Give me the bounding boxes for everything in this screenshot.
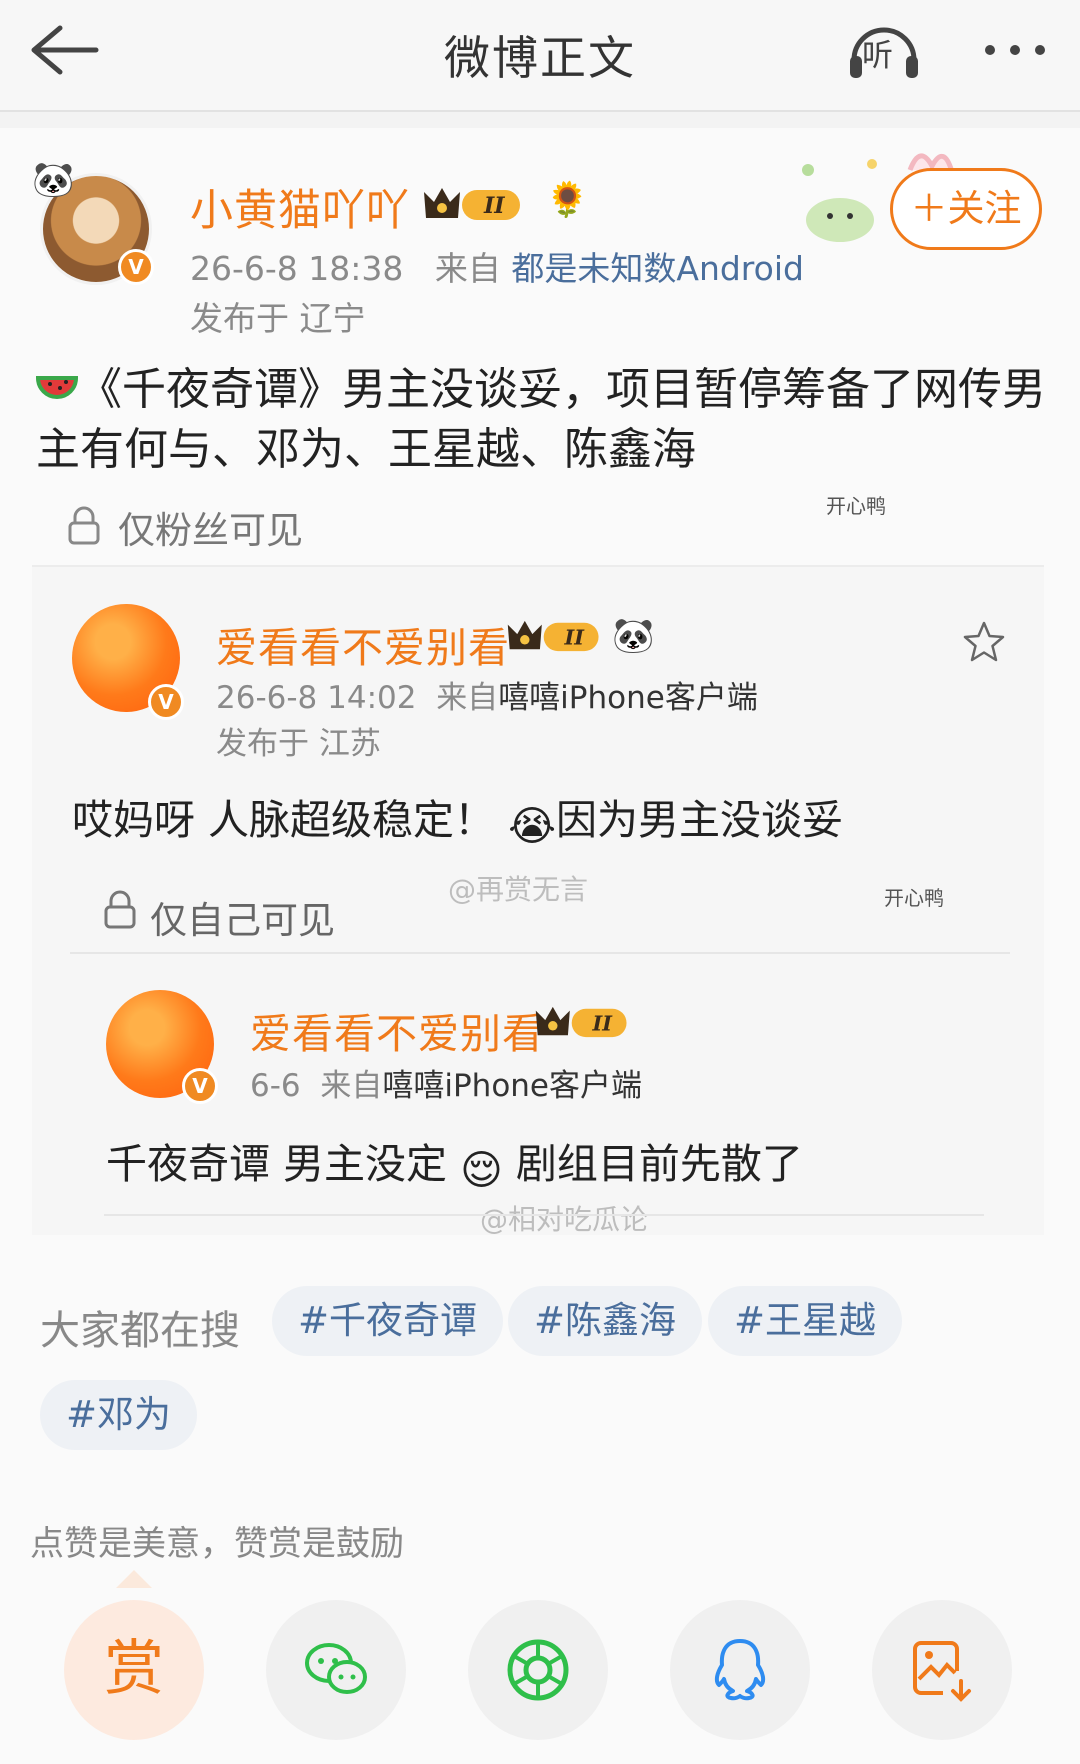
post-body: 《千夜奇谭》男主没谈妥，项目暂停筹备了网传男主有何与、邓为、王星越、陈鑫海 <box>36 364 1046 475</box>
qq-icon <box>714 1639 766 1701</box>
wechat-icon <box>305 1643 367 1694</box>
watermark-2: @相对吃瓜论 <box>480 1203 649 1236</box>
verified-badge: V <box>118 249 154 285</box>
hot-tag[interactable]: #千夜奇谭 <box>272 1286 504 1356</box>
nested-retweet-text-b: 剧组目前先散了 <box>515 1140 803 1188</box>
nested-retweet-meta: 6-6 来自嘻嘻iPhone客户端 <box>250 1060 642 1105</box>
post-time: 26-6-8 18:38 <box>190 249 404 288</box>
retweet-time: 26-6-8 14:02 <box>216 680 417 716</box>
divider <box>70 952 1010 954</box>
crying-face-icon: 😭 <box>508 802 557 850</box>
level-text: II <box>564 625 586 650</box>
nested-retweet-text-a: 千夜奇谭 男主没定 <box>106 1140 448 1188</box>
post-source[interactable]: 都是未知数Android <box>511 249 804 288</box>
self-lock-icon <box>104 890 136 929</box>
retweet-source: 嘻嘻iPhone客户端 <box>498 680 758 716</box>
hot-tag[interactable]: #陈鑫海 <box>508 1286 703 1356</box>
nested-retweet-time: 6-6 <box>250 1068 301 1104</box>
panda-icon: 🐼 <box>32 160 75 200</box>
listen-label: 听 <box>862 38 893 74</box>
crown-level-badge: II <box>507 620 599 652</box>
hot-tag[interactable]: #邓为 <box>40 1380 198 1450</box>
retweet-location: 发布于 江苏 <box>216 726 381 762</box>
save-image-button[interactable] <box>872 1600 1012 1740</box>
reward-label: 赏 <box>104 1634 164 1704</box>
retweet-text: 哎妈呀 人脉超级稳定！ 😭因为男主没谈妥 <box>72 786 843 850</box>
hot-search-label: 大家都在搜 <box>40 1308 240 1354</box>
retweet-source-prefix: 来自 <box>436 680 499 716</box>
sunflower-icon: 🌻 <box>546 180 589 220</box>
retweet-author-name[interactable]: 爱看看不爱别看 <box>216 614 510 674</box>
reward-caption: 点赞是美意，赞赏是鼓励 <box>30 1524 404 1564</box>
level-text: II <box>483 193 505 219</box>
watermelon-icon <box>36 376 78 399</box>
sticker-happy-duck: 开心鸭 <box>826 494 886 518</box>
retweet-meta: 26-6-8 14:02 来自嘻嘻iPhone客户端 <box>216 672 758 717</box>
more-icon[interactable] <box>980 40 1050 60</box>
retweet-text-b: 因为男主没谈妥 <box>556 796 844 844</box>
retweet-text-a: 哎妈呀 人脉超级稳定！ <box>72 796 496 844</box>
follow-button[interactable]: ＋关注 <box>890 168 1042 250</box>
relieved-face-icon: 😌 <box>460 1146 503 1194</box>
crown-level-badge: II <box>535 1006 627 1038</box>
post-location: 发布于 辽宁 <box>190 299 366 338</box>
watermark-1: @再赏无言 <box>448 873 589 906</box>
hot-tag[interactable]: #王星越 <box>708 1286 903 1356</box>
share-moments-button[interactable] <box>468 1600 608 1740</box>
visibility-self-only: 仅自己可见 <box>150 899 335 942</box>
level-text: II <box>592 1011 614 1036</box>
verified-badge: V <box>148 684 184 720</box>
verified-badge: V <box>182 1068 218 1104</box>
share-qq-button[interactable] <box>670 1600 810 1740</box>
nested-retweet-text: 千夜奇谭 男主没定 😌 剧组目前先散了 <box>106 1130 803 1194</box>
post-source-prefix: 来自 <box>434 249 501 288</box>
fans-lock-icon <box>68 506 100 545</box>
post-meta: 26-6-8 18:38 来自 都是未知数Android <box>190 242 804 290</box>
star-icon[interactable] <box>962 620 1006 664</box>
crown-level-badge: II <box>424 188 520 220</box>
nested-retweet-author-name[interactable]: 爱看看不爱别看 <box>250 1000 544 1060</box>
divider <box>104 1214 984 1216</box>
reward-button[interactable]: 赏 <box>64 1600 204 1740</box>
author-name[interactable]: 小黄猫吖吖 <box>190 176 410 238</box>
share-wechat-button[interactable] <box>266 1600 406 1740</box>
post-text: 《千夜奇谭》男主没谈妥，项目暂停筹备了网传男主有何与、邓为、王星越、陈鑫海 <box>36 360 1046 480</box>
moments-icon <box>507 1639 569 1701</box>
reward-pointer <box>116 1570 152 1588</box>
visibility-fans-only: 仅粉丝可见 <box>118 509 303 552</box>
sticker-happy-duck: 开心鸭 <box>884 886 944 910</box>
save-image-icon <box>913 1641 971 1702</box>
nested-retweet-source-prefix: 来自 <box>320 1068 383 1104</box>
top-nav-bar: 微博正文 听 <box>0 0 1080 112</box>
nested-retweet-source: 嘻嘻iPhone客户端 <box>382 1068 642 1104</box>
panda-icon: 🐼 <box>612 616 655 656</box>
